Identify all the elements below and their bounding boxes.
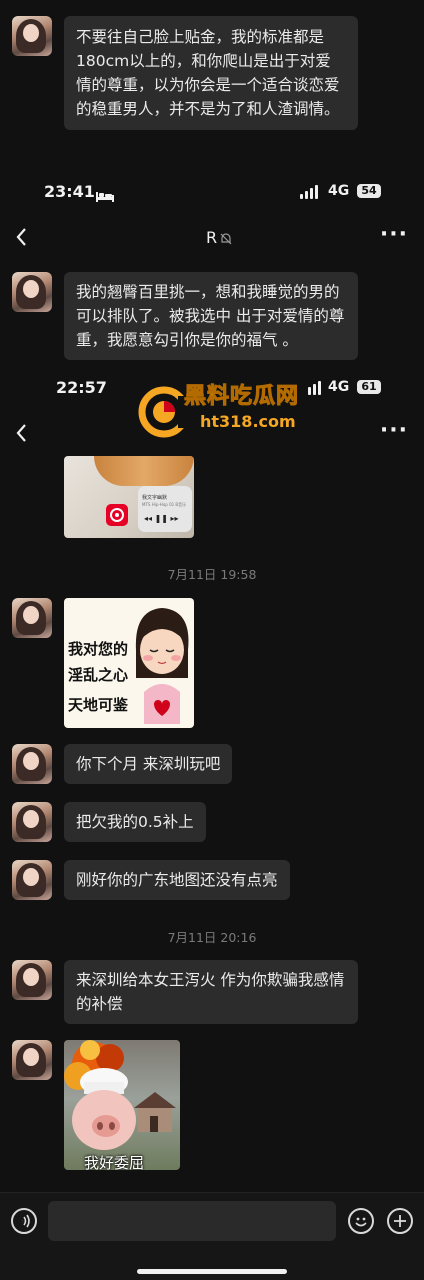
chat-header: R ··· <box>0 218 424 258</box>
contact-avatar[interactable] <box>12 860 52 900</box>
shared-image[interactable]: 我文字幽默 MTS Hip-Hop 01 B音乐 ◂◂ ❚❚ ▸▸ <box>64 456 194 538</box>
back-arrow-icon[interactable] <box>14 226 30 248</box>
message-input-bar <box>0 1192 424 1280</box>
contact-avatar[interactable] <box>12 598 52 638</box>
timestamp: 7月11日 20:16 <box>167 930 257 945</box>
contact-avatar[interactable] <box>12 802 52 842</box>
pig-chef-face <box>72 1068 136 1150</box>
back-arrow-icon[interactable] <box>14 422 30 444</box>
contact-avatar[interactable] <box>12 1040 52 1080</box>
status-time: 23:41 <box>44 182 95 201</box>
battery-indicator: 61 <box>357 380 381 394</box>
message-bubble[interactable]: 刚好你的广东地图还没有点亮 <box>64 860 290 900</box>
chat-section-2: 我的翘臀百里挑一，想和我睡觉的男的可以排队了。被我选中 出于对爱情的尊重，我愿意… <box>0 260 424 360</box>
contact-avatar[interactable] <box>12 272 52 312</box>
status-time: 22:57 <box>56 378 107 397</box>
contact-avatar[interactable] <box>12 16 52 56</box>
girl-illustration <box>135 608 189 724</box>
plus-icon[interactable] <box>387 1208 413 1234</box>
message-bubble[interactable]: 我的翘臀百里挑一，想和我睡觉的男的可以排队了。被我选中 出于对爱情的尊重，我愿意… <box>64 272 358 360</box>
message-bubble[interactable]: 不要往自己脸上贴金，我的标准都是180cm以上的，和你爬山是出于对爱情的尊重，以… <box>64 16 358 130</box>
dog-photo <box>94 456 194 486</box>
sticker-image[interactable]: 我对您的 淫乱之心 天地可鉴 <box>64 598 194 728</box>
timestamp: 7月11日 19:58 <box>167 567 257 582</box>
sticker-text-line1: 我对您的 <box>68 640 129 658</box>
song-subtitle: MTS Hip-Hop 01 B音乐 <box>142 502 187 507</box>
bed-icon <box>96 187 114 202</box>
network-label: 4G <box>328 183 350 199</box>
song-title: 我文字幽默 <box>142 495 168 501</box>
more-options-icon[interactable]: ··· <box>380 222 408 247</box>
watermark-text: 黑料吃瓜网 <box>183 384 300 410</box>
signal-icon <box>300 185 318 199</box>
message-bubble[interactable]: 来深圳给本女王泻火 作为你欺骗我感情的补偿 <box>64 960 358 1024</box>
home-indicator[interactable] <box>137 1269 287 1274</box>
voice-input-icon[interactable] <box>11 1208 37 1234</box>
battery-indicator: 54 <box>357 184 381 198</box>
chat-section-1: 不要往自己脸上贴金，我的标准都是180cm以上的，和你爬山是出于对爱情的尊重，以… <box>0 0 424 160</box>
contact-name: R <box>206 228 218 247</box>
sticker-text-line3: 天地可鉴 <box>68 696 129 714</box>
contact-avatar[interactable] <box>12 960 52 1000</box>
watermark-logo: 黑料吃瓜网 ht318.com <box>134 378 314 448</box>
music-player-widget[interactable]: 我文字幽默 MTS Hip-Hop 01 B音乐 ◂◂ ❚❚ ▸▸ <box>138 486 192 532</box>
mute-bell-icon <box>219 231 233 245</box>
sticker-image[interactable]: 我好委屈 <box>64 1040 180 1170</box>
status-bar: 23:41 4G 54 <box>0 178 424 208</box>
message-bubble[interactable]: 你下个月 来深圳玩吧 <box>64 744 233 784</box>
message-bubble[interactable]: 把欠我的0.5补上 <box>64 802 206 842</box>
sticker-text-line2: 淫乱之心 <box>68 666 129 684</box>
network-label: 4G <box>328 379 350 395</box>
contact-avatar[interactable] <box>12 744 52 784</box>
emoji-icon[interactable] <box>348 1208 374 1234</box>
message-input[interactable] <box>48 1201 336 1241</box>
playback-controls-icon[interactable]: ◂◂ ❚❚ ▸▸ <box>144 514 179 523</box>
more-options-icon[interactable]: ··· <box>380 418 408 443</box>
watermark-url: ht318.com <box>200 412 296 431</box>
sticker-caption: 我好委屈 <box>84 1154 145 1170</box>
netease-music-icon <box>106 504 128 526</box>
